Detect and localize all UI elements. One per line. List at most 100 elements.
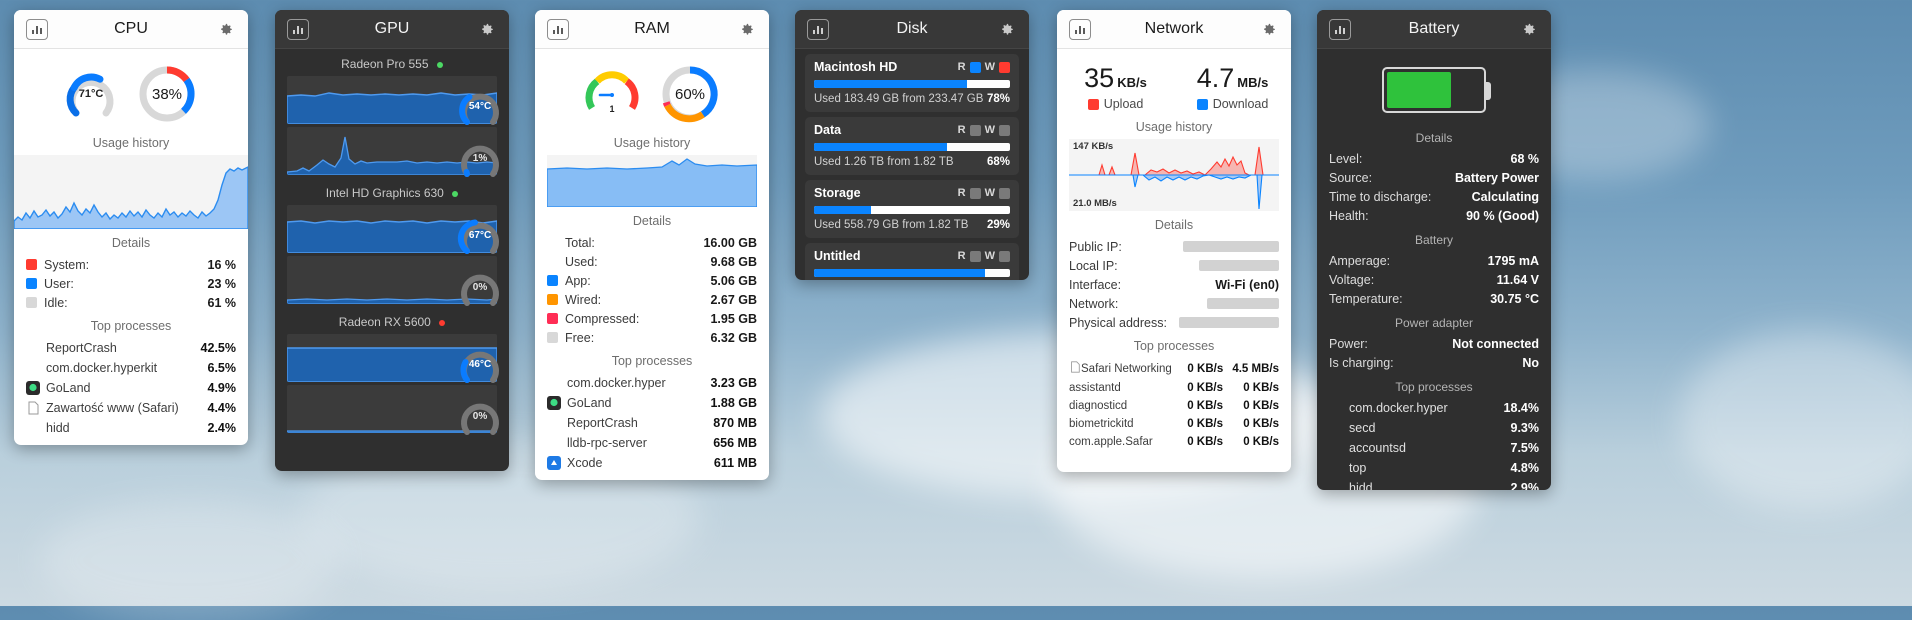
process-value: 9.3% [1510, 421, 1540, 435]
adapter-label: Power: [1329, 336, 1368, 351]
process-name: hidd [46, 421, 70, 435]
redacted-value [1207, 298, 1279, 309]
list-item[interactable]: GoLand 4.9% [14, 378, 248, 398]
ram-panel: RAM 1 60% Usage history Details Total: 1… [535, 10, 769, 480]
process-name: Zawartość www (Safari) [46, 401, 179, 415]
battery-terminal [1485, 82, 1491, 100]
network-process-list: Safari Networking 0 KB/s 4.5 MB/s assistan… [1057, 358, 1291, 451]
disk-usage-text: Used 1.26 TB from 1.82 TB [814, 156, 954, 168]
network-top-processes-label: Top processes [1133, 339, 1215, 353]
write-label: W [984, 187, 995, 199]
process-name: hidd [1349, 481, 1373, 490]
gpu-card-name: Radeon RX 5600 [338, 315, 431, 329]
read-indicator [969, 187, 981, 199]
cpu-detail-value: 61 % [207, 295, 237, 310]
disk-header: Disk [795, 10, 1029, 49]
battery-stat-value: 30.75 °C [1490, 291, 1539, 306]
cpu-detail-row: Idle: 61 % [14, 293, 248, 312]
disk-title: Disk [896, 20, 928, 37]
disk-volume[interactable]: Storage R W Used 558.79 GB from 1.82 TB … [805, 180, 1019, 238]
gear-icon[interactable] [475, 19, 497, 40]
cpu-detail-row: User: 23 % [14, 274, 248, 293]
ram-usage-history-chart [547, 155, 757, 207]
gear-icon[interactable] [735, 19, 757, 40]
list-item[interactable]: hidd 2.9% [1317, 478, 1551, 490]
cpu-usage-gauge: 38% [136, 63, 198, 125]
list-item[interactable]: ReportCrash 870 MB [535, 413, 769, 433]
network-detail-label: Interface: [1069, 277, 1122, 292]
process-name: biometrickitd [1069, 418, 1134, 430]
ram-detail-value: 6.32 GB [710, 330, 757, 345]
ram-details-label: Details [632, 214, 672, 228]
list-item[interactable]: com.apple.Safar 0 KB/s 0 KB/s [1057, 433, 1291, 451]
adapter-value: Not connected [1452, 336, 1539, 351]
gpu-panel: GPU Radeon Pro 555 54°C 1% Intel HD Grap… [275, 10, 509, 471]
cpu-process-list: ReportCrash 42.5% com.docker.hyperkit 6.5%… [14, 338, 248, 438]
list-item[interactable]: lldb-rpc-server 656 MB [535, 433, 769, 453]
process-name: com.docker.hyperkit [46, 361, 158, 375]
list-item[interactable]: hidd 2.4% [14, 418, 248, 438]
gear-icon[interactable] [1517, 19, 1539, 40]
disk-volume-name: Data [814, 123, 842, 137]
disk-volume-header: Storage R W [814, 186, 1010, 200]
cpu-detail-row: System: 16 % [14, 255, 248, 274]
gpu-title: GPU [374, 20, 410, 37]
list-item[interactable]: biometrickitd 0 KB/s 0 KB/s [1057, 415, 1291, 433]
disk-volume[interactable]: Untitled R W Used 111.76 GB from 128.00 … [805, 243, 1019, 280]
redacted-value [1183, 241, 1279, 252]
list-item[interactable]: ReportCrash 42.5% [14, 338, 248, 358]
list-item[interactable]: Xcode 611 MB [535, 453, 769, 473]
gear-icon[interactable] [1257, 19, 1279, 40]
gear-icon[interactable] [995, 19, 1017, 40]
cpu-detail-value: 23 % [207, 276, 237, 291]
gpu-card-name: Radeon Pro 555 [341, 57, 429, 71]
list-item[interactable]: assistantd 0 KB/s 0 KB/s [1057, 379, 1291, 397]
ram-top-processes-label: Top processes [611, 354, 693, 368]
network-detail-row: Network: [1057, 294, 1291, 313]
list-item[interactable]: secd 9.3% [1317, 418, 1551, 438]
list-item[interactable]: com.docker.hyper 3.23 GB [535, 373, 769, 393]
upload-value: 35 [1084, 63, 1115, 93]
list-item[interactable]: com.docker.hyperkit 6.5% [14, 358, 248, 378]
disk-volume-footer: Used 183.49 GB from 233.47 GB 78% [814, 93, 1010, 105]
upload-speed: 35 KB/s Upload [1057, 63, 1174, 111]
gpu-util-value: 0% [472, 410, 488, 422]
list-item[interactable]: accountsd 7.5% [1317, 438, 1551, 458]
battery-details-list: Level: 68 % Source: Battery Power Time to … [1317, 149, 1551, 225]
cpu-detail-label: Idle: [44, 295, 68, 310]
gpu-body: Radeon Pro 555 54°C 1% Intel HD Graphics… [275, 49, 509, 471]
gpu-temperature-gauge: 54°C [457, 83, 503, 129]
disk-usage-text: Used 183.49 GB from 233.47 GB [814, 93, 984, 105]
process-name: lldb-rpc-server [567, 436, 647, 450]
process-icon [1329, 481, 1343, 490]
battery-body: Details Level: 68 % Source: Battery Power … [1317, 49, 1551, 490]
process-name: secd [1349, 421, 1376, 435]
network-header: Network [1057, 10, 1291, 49]
disk-rw-indicators: R W [958, 250, 1010, 262]
list-item[interactable]: top 4.8% [1317, 458, 1551, 478]
list-item[interactable]: Zawartość www (Safari) 4.4% [14, 398, 248, 418]
process-download: 0 KB/s [1243, 436, 1279, 448]
process-download: 4.5 MB/s [1232, 362, 1279, 375]
disk-usage-bar [814, 143, 1010, 151]
process-name: accountsd [1349, 441, 1406, 455]
gear-icon[interactable] [214, 19, 236, 40]
list-item[interactable]: diagnosticd 0 KB/s 0 KB/s [1057, 397, 1291, 415]
ram-detail-row: Total: 16.00 GB [535, 233, 769, 252]
battery-section-label: Battery [1414, 233, 1453, 247]
disk-volume[interactable]: Macintosh HD R W Used 183.49 GB from 233… [805, 54, 1019, 112]
process-icon [1329, 461, 1343, 475]
network-title: Network [1144, 20, 1204, 37]
network-detail-label: Public IP: [1069, 239, 1122, 254]
ram-pressure-value: 1 [609, 104, 615, 114]
cpu-usage-history-chart [14, 155, 248, 229]
cpu-details-list: System: 16 % User: 23 % Idle: 61 % [14, 255, 248, 312]
disk-volume[interactable]: Data R W Used 1.26 TB from 1.82 TB 68% [805, 117, 1019, 175]
list-item[interactable]: Safari Networking 0 KB/s 4.5 MB/s [1057, 358, 1291, 379]
list-item[interactable]: com.docker.hyper 18.4% [1317, 398, 1551, 418]
disk-volume-footer: Used 558.79 GB from 1.82 TB 29% [814, 219, 1010, 231]
list-item[interactable]: GoLand 1.88 GB [535, 393, 769, 413]
cpu-title: CPU [114, 20, 148, 37]
battery-detail-row: Source: Battery Power [1317, 168, 1551, 187]
process-upload: 0 KB/s [1187, 400, 1223, 412]
